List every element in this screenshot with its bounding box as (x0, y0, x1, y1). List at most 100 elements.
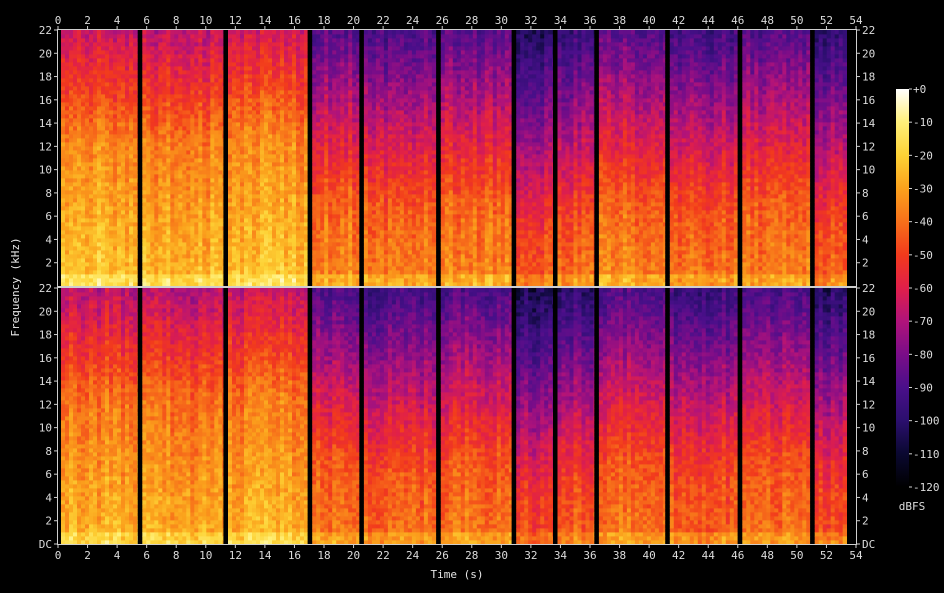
x-tick-label: 40 (642, 549, 655, 562)
colorbar-label: dBFS (899, 500, 926, 513)
y-tick-label: 18 (39, 329, 52, 342)
x-axis-title: Time (s) (431, 568, 484, 581)
x-tick-label: 12 (229, 549, 242, 562)
x-tick-label: 46 (731, 14, 744, 27)
y-tick-label: 8 (862, 187, 869, 200)
colorbar-gradient (896, 89, 909, 487)
x-tick-label: 44 (702, 14, 716, 27)
x-tick-label: 50 (790, 549, 803, 562)
y-tick-label: 2 (862, 257, 869, 270)
colorbar-tick-label: -110 (913, 448, 940, 461)
x-tick-label: 48 (761, 549, 774, 562)
x-tick-label: 18 (317, 14, 330, 27)
x-tick-label: 14 (258, 549, 272, 562)
y-tick-label: 20 (39, 47, 52, 60)
x-tick-label: 32 (524, 14, 537, 27)
y-tick-label: 14 (39, 375, 53, 388)
x-tick-label: 40 (642, 14, 655, 27)
x-tick-label: 44 (702, 549, 716, 562)
y-tick-label: 8 (862, 445, 869, 458)
x-tick-label: 0 (55, 549, 62, 562)
y-tick-label: 6 (862, 468, 869, 481)
y-tick-label: 12 (39, 398, 52, 411)
x-tick-label: 28 (465, 14, 478, 27)
y-tick-label: 10 (39, 422, 52, 435)
y-axis-right-ticks: DC246810121416182022246810121416182022 (856, 24, 876, 551)
colorbar-tick-label: -70 (913, 315, 933, 328)
y-tick-label: 6 (862, 210, 869, 223)
y-tick-label: 4 (862, 491, 869, 504)
y-tick-label: 12 (39, 140, 52, 153)
y-tick-label: 4 (862, 233, 869, 246)
y-tick-label: 20 (39, 305, 52, 318)
y-axis-title: Frequency (kHz) (9, 237, 22, 336)
y-tick-label: 4 (45, 491, 52, 504)
x-tick-label: 34 (554, 14, 568, 27)
x-tick-label: 10 (199, 549, 212, 562)
x-tick-label: 36 (583, 549, 596, 562)
y-tick-label: 8 (45, 445, 52, 458)
y-tick-label: 2 (862, 515, 869, 528)
colorbar-tick-label: -60 (913, 282, 933, 295)
x-tick-label: 34 (554, 549, 568, 562)
y-tick-label: 18 (862, 71, 875, 84)
colorbar-tick-label: -40 (913, 216, 933, 229)
x-tick-label: 12 (229, 14, 242, 27)
y-tick-label: 20 (862, 305, 875, 318)
y-tick-label: 22 (862, 282, 875, 295)
y-tick-label: 2 (45, 515, 52, 528)
y-tick-label: 22 (862, 24, 875, 37)
y-tick-label: DC (862, 538, 875, 551)
x-tick-label: 30 (495, 14, 508, 27)
y-tick-label: 18 (862, 329, 875, 342)
y-tick-label: 4 (45, 233, 52, 246)
colorbar-tick-label: -100 (913, 415, 940, 428)
x-tick-label: 42 (672, 549, 685, 562)
x-tick-label: 30 (495, 549, 508, 562)
y-tick-label: 10 (39, 164, 52, 177)
x-tick-label: 16 (288, 14, 301, 27)
x-tick-label: 0 (55, 14, 62, 27)
colorbar: +0 -10 -20 -30 -40 -50 -60 -70 -80 -90 -100 -110 -12… (896, 83, 940, 513)
x-tick-label: 10 (199, 14, 212, 27)
x-tick-label: 22 (376, 14, 389, 27)
colorbar-ticks: +0 -10 -20 -30 -40 -50 -60 -70 -80 -90 -100 -110 -12… (909, 83, 940, 494)
x-tick-label: 16 (288, 549, 301, 562)
colorbar-tick-label: -90 (913, 382, 933, 395)
colorbar-tick-label: -30 (913, 183, 933, 196)
x-tick-label: 28 (465, 549, 478, 562)
x-tick-label: 18 (317, 549, 330, 562)
x-tick-label: 20 (347, 549, 360, 562)
x-tick-label: 26 (436, 14, 449, 27)
colorbar-tick-label: -10 (913, 116, 933, 129)
x-tick-label: 42 (672, 14, 685, 27)
x-tick-label: 36 (583, 14, 596, 27)
y-tick-label: 12 (862, 398, 875, 411)
y-tick-label: 16 (862, 352, 875, 365)
spectrogram-channel-1 (58, 30, 856, 287)
x-tick-label: 6 (143, 549, 150, 562)
y-tick-label: 10 (862, 422, 875, 435)
x-tick-label: 4 (114, 14, 121, 27)
y-axis-left-ticks: DC246810121416182022246810121416182022 (39, 24, 58, 551)
x-tick-label: 26 (436, 549, 449, 562)
y-tick-label: 14 (862, 375, 876, 388)
y-tick-label: 16 (39, 94, 52, 107)
y-tick-label: 2 (45, 257, 52, 270)
y-tick-label: 8 (45, 187, 52, 200)
x-tick-label: 24 (406, 14, 420, 27)
x-tick-label: 8 (173, 14, 180, 27)
x-tick-label: 50 (790, 14, 803, 27)
colorbar-tick-label: -80 (913, 348, 933, 361)
y-tick-label: 16 (39, 352, 52, 365)
x-tick-label: 54 (849, 549, 863, 562)
x-tick-label: 20 (347, 14, 360, 27)
colorbar-tick-label: +0 (913, 83, 926, 96)
colorbar-tick-label: -50 (913, 249, 933, 262)
x-tick-label: 2 (84, 14, 91, 27)
x-tick-label: 52 (820, 549, 833, 562)
x-tick-label: 38 (613, 14, 626, 27)
x-axis-bottom-ticks: 0 2 4 6 8 10 12 14 16 18 20 22 24 26 28 30 32 34 36 38 40 42 4… (55, 544, 863, 562)
y-tick-label: 14 (862, 117, 876, 130)
colorbar-tick-label: -20 (913, 149, 933, 162)
